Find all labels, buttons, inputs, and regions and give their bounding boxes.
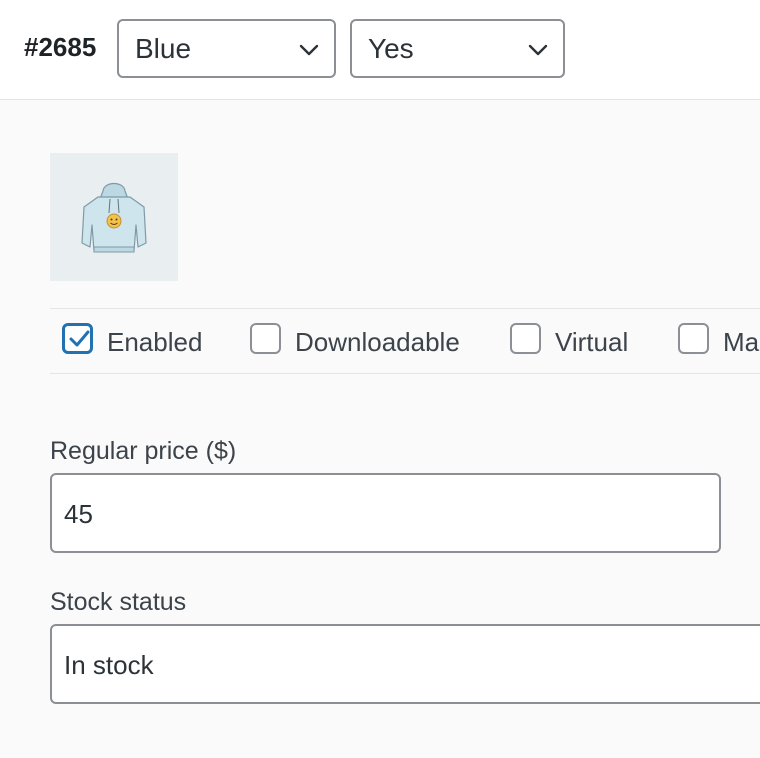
stock-status-label: Stock status xyxy=(50,588,187,616)
second-attribute-select[interactable]: Yes xyxy=(350,19,565,78)
color-attribute-select[interactable]: Blue xyxy=(117,19,336,78)
stock-status-value: In stock xyxy=(64,650,154,680)
second-attribute-value: Yes xyxy=(368,33,414,64)
regular-price-value: 45 xyxy=(64,499,93,529)
enabled-checkbox[interactable] xyxy=(62,323,93,354)
hoodie-thumbnail-icon xyxy=(81,182,147,253)
chevron-down-icon xyxy=(528,44,548,56)
regular-price-input[interactable]: 45 xyxy=(50,473,721,553)
variation-options-row: Enabled Downloadable Virtual Mar xyxy=(50,308,760,374)
regular-price-label: Regular price ($) xyxy=(50,437,237,465)
variation-header: #2685 Blue Yes xyxy=(0,0,760,100)
variation-panel: #2685 Blue Yes Enabled Downloadable Virt… xyxy=(0,0,760,758)
manage-stock-label: Mar xyxy=(723,327,760,357)
color-attribute-value: Blue xyxy=(135,33,192,64)
virtual-checkbox[interactable] xyxy=(510,323,541,354)
virtual-label: Virtual xyxy=(555,327,629,357)
enabled-label: Enabled xyxy=(107,327,203,357)
manage-stock-checkbox[interactable] xyxy=(678,323,709,354)
downloadable-label: Downloadable xyxy=(295,327,460,357)
chevron-down-icon xyxy=(299,44,319,56)
checkmark-icon xyxy=(69,330,90,347)
variation-image-button[interactable] xyxy=(50,153,178,281)
downloadable-checkbox[interactable] xyxy=(250,323,281,354)
stock-status-select[interactable]: In stock xyxy=(50,624,760,704)
variation-id: #2685 xyxy=(24,32,97,62)
